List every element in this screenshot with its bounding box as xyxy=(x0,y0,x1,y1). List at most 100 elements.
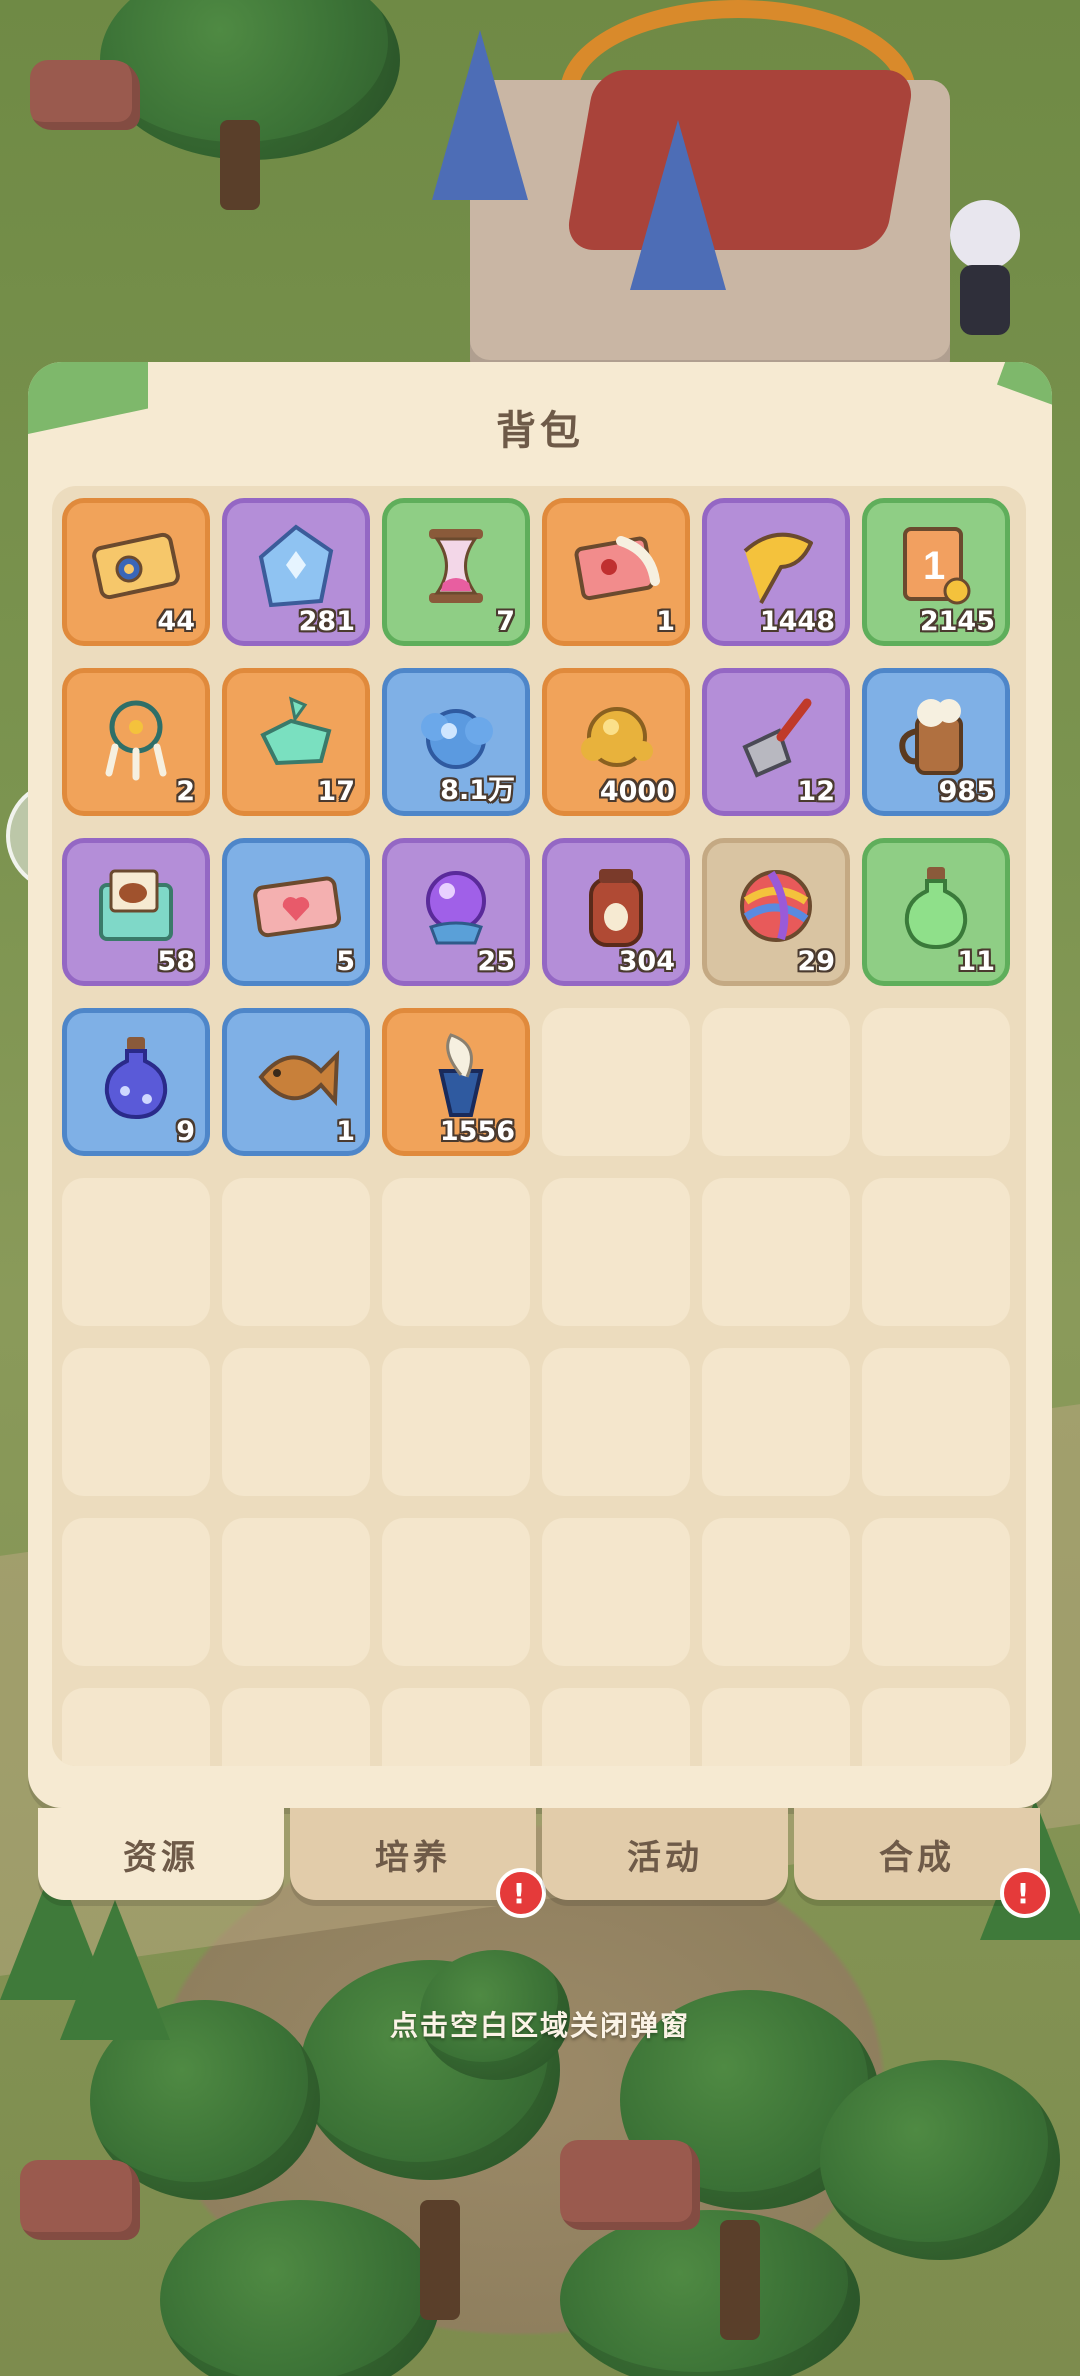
item-count: 1 xyxy=(656,606,675,637)
empty-slot[interactable] xyxy=(222,1688,370,1766)
rock xyxy=(20,2160,140,2240)
backpack-panel: 背包 44 281 7 1 1448 1 2145 2 17 8.1万 4000 12 985 58 5 25… xyxy=(28,362,1052,1808)
empty-slot[interactable] xyxy=(542,1178,690,1326)
empty-slot[interactable] xyxy=(702,1008,850,1156)
inventory-slot[interactable]: 5 xyxy=(222,838,370,986)
inventory-slot[interactable]: 281 xyxy=(222,498,370,646)
inventory-slot[interactable]: 17 xyxy=(222,668,370,816)
wooden-fish-icon xyxy=(258,1049,340,1107)
inventory-slot[interactable]: 2 xyxy=(62,668,210,816)
item-count: 5 xyxy=(336,946,355,977)
tab-0[interactable]: 资源 xyxy=(38,1808,284,1900)
empty-slot[interactable] xyxy=(702,1348,850,1496)
inventory-slot[interactable]: 25 xyxy=(382,838,530,986)
empty-slot[interactable] xyxy=(702,1178,850,1326)
beer-mug-icon xyxy=(899,699,963,775)
heart-ticket-icon xyxy=(253,876,341,938)
tab-label: 活动 xyxy=(627,1837,703,1878)
tab-1[interactable]: 培养! xyxy=(290,1808,546,1918)
dreamcatcher-icon xyxy=(105,700,167,781)
tree xyxy=(820,2060,1060,2260)
item-count: 281 xyxy=(298,606,355,637)
ginkgo-leaf-icon xyxy=(743,532,813,604)
inventory-slot[interactable]: 1 xyxy=(222,1008,370,1156)
empty-slot[interactable] xyxy=(382,1348,530,1496)
inventory-slot[interactable]: 9 xyxy=(62,1008,210,1156)
empty-slot[interactable] xyxy=(542,1688,690,1766)
empty-slot[interactable] xyxy=(382,1518,530,1666)
panel-title: 背包 xyxy=(496,408,584,454)
character-girl xyxy=(940,190,1030,350)
gold-nugget-icon xyxy=(581,707,653,767)
empty-slot[interactable] xyxy=(222,1178,370,1326)
alert-badge-icon: ! xyxy=(1000,1868,1050,1918)
item-count: 2145 xyxy=(919,606,995,637)
inventory-slot[interactable]: 29 xyxy=(702,838,850,986)
item-count: 17 xyxy=(317,776,355,807)
tree-trunk xyxy=(720,2220,760,2340)
empty-slot[interactable] xyxy=(62,1518,210,1666)
close-hint-text: 点击空白区域关闭弹窗 xyxy=(389,2009,690,2042)
hourglass-icon xyxy=(429,529,483,603)
inventory-slot[interactable]: 12 xyxy=(702,668,850,816)
item-count: 304 xyxy=(618,946,675,977)
inventory-grid-container[interactable]: 44 281 7 1 1448 1 2145 2 17 8.1万 4000 12 985 58 5 25 304… xyxy=(52,486,1026,1766)
castle-roof xyxy=(564,70,916,250)
inventory-slot[interactable]: 1 xyxy=(542,498,690,646)
rock xyxy=(560,2140,700,2230)
empty-slot[interactable] xyxy=(862,1518,1010,1666)
shovel-icon xyxy=(742,698,812,778)
empty-slot[interactable] xyxy=(862,1008,1010,1156)
tree xyxy=(560,2210,860,2376)
empty-slot[interactable] xyxy=(702,1688,850,1766)
item-count: 12 xyxy=(797,776,835,807)
empty-slot[interactable] xyxy=(542,1348,690,1496)
inventory-slot[interactable]: 8.1万 xyxy=(382,668,530,816)
empty-slot[interactable] xyxy=(222,1518,370,1666)
category-tabs: 资源 培养! 活动 合成! xyxy=(38,1808,1050,1918)
empty-slot[interactable] xyxy=(62,1348,210,1496)
inventory-slot[interactable]: 11 xyxy=(862,838,1010,986)
empty-slot[interactable] xyxy=(542,1518,690,1666)
item-count: 58 xyxy=(157,946,195,977)
item-count: 8.1万 xyxy=(440,775,515,806)
inventory-slot[interactable]: 44 xyxy=(62,498,210,646)
crystal-ball-icon xyxy=(426,871,486,945)
empty-slot[interactable] xyxy=(382,1178,530,1326)
tab-label: 合成 xyxy=(879,1837,955,1878)
inventory-slot[interactable]: 58 xyxy=(62,838,210,986)
empty-slot[interactable] xyxy=(862,1688,1010,1766)
empty-slot[interactable] xyxy=(702,1518,850,1666)
tab-3[interactable]: 合成! xyxy=(794,1808,1050,1918)
empty-slot[interactable] xyxy=(62,1688,210,1766)
inventory-slot[interactable]: 304 xyxy=(542,838,690,986)
castle-spire xyxy=(630,120,726,290)
castle-spire xyxy=(432,30,528,200)
inventory-slot[interactable]: 1 2145 xyxy=(862,498,1010,646)
tab-2[interactable]: 活动 xyxy=(542,1808,788,1900)
empty-slot[interactable] xyxy=(542,1008,690,1156)
tree xyxy=(160,2200,440,2376)
item-count: 2 xyxy=(176,776,195,807)
yarn-ball-icon xyxy=(740,870,812,942)
inventory-slot[interactable]: 7 xyxy=(382,498,530,646)
inventory-slot[interactable]: 985 xyxy=(862,668,1010,816)
ticket-card-icon xyxy=(92,532,180,600)
inventory-slot[interactable]: 1556 xyxy=(382,1008,530,1156)
honey-jar-icon xyxy=(589,869,643,947)
empty-slot[interactable] xyxy=(862,1348,1010,1496)
empty-slot[interactable] xyxy=(62,1178,210,1326)
item-count: 44 xyxy=(157,606,195,637)
inventory-slot[interactable]: 1448 xyxy=(702,498,850,646)
item-count: 7 xyxy=(496,606,515,637)
item-count: 1556 xyxy=(439,1116,515,1147)
item-count: 29 xyxy=(797,946,835,977)
inventory-slot[interactable]: 4000 xyxy=(542,668,690,816)
empty-slot[interactable] xyxy=(222,1348,370,1496)
inventory-grid: 44 281 7 1 1448 1 2145 2 17 8.1万 4000 12 985 58 5 25 304… xyxy=(62,498,1010,1766)
green-potion-icon xyxy=(904,867,968,950)
empty-slot[interactable] xyxy=(382,1688,530,1766)
food-letter-icon xyxy=(99,869,173,941)
empty-slot[interactable] xyxy=(862,1178,1010,1326)
card-pack-icon: 1 xyxy=(903,527,971,605)
